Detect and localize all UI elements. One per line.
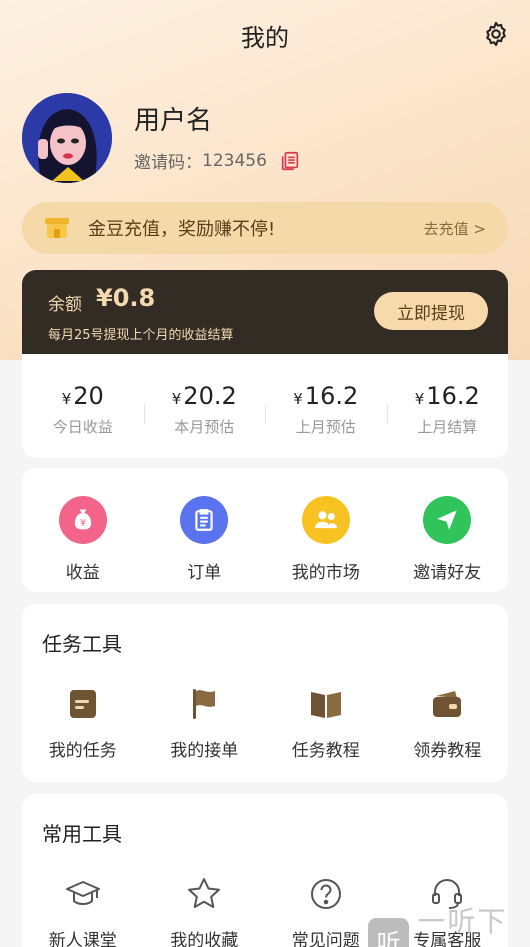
- wallet-icon: [433, 691, 462, 717]
- stat-this-month[interactable]: ¥20.2 本月预估: [143, 354, 266, 458]
- invite-label: 邀请码：: [134, 153, 202, 173]
- quick-action-label: 收益: [65, 563, 100, 583]
- balance-label: 余额: [48, 295, 82, 315]
- currency-symbol: ¥: [171, 390, 182, 408]
- tool-newbie-class[interactable]: 新人课堂: [22, 874, 144, 947]
- stat-value: 20.2: [183, 382, 237, 410]
- quick-actions-card: ¥ 收益 订单 我的市场 邀请好友: [22, 468, 508, 592]
- invite-code-row: 邀请码： 123456: [134, 148, 301, 173]
- quick-action-label: 订单: [187, 563, 222, 583]
- page-title: 我的: [241, 24, 289, 52]
- star-icon: [188, 878, 221, 908]
- copy-icon[interactable]: [279, 150, 301, 172]
- task-icon: [69, 690, 96, 718]
- stat-last-month-estimate[interactable]: ¥16.2 上月预估: [265, 354, 387, 458]
- tool-label: 我的收藏: [170, 931, 239, 947]
- watermark-logo: 听: [368, 918, 410, 947]
- tool-my-favorites[interactable]: 我的收藏: [144, 874, 266, 947]
- watermark: 听 一听下载: [368, 900, 530, 947]
- quick-action-orders[interactable]: 订单: [144, 496, 266, 583]
- quick-action-invite-friends[interactable]: 邀请好友: [387, 496, 509, 583]
- svg-text:¥: ¥: [80, 518, 86, 529]
- quick-action-label: 邀请好友: [413, 563, 482, 583]
- quick-action-earnings[interactable]: ¥ 收益: [22, 496, 144, 583]
- withdraw-button[interactable]: 立即提现: [374, 292, 488, 330]
- tool-label: 领券教程: [413, 741, 482, 761]
- question-icon: [310, 879, 341, 909]
- clipboard-icon: [180, 496, 229, 544]
- currency-symbol: ¥: [293, 390, 303, 408]
- balance-note: 每月25号提现上个月的收益结算: [48, 328, 234, 343]
- flag-icon: [193, 689, 216, 719]
- stat-label: 上月结算: [417, 418, 478, 436]
- graduation-cap-icon: [65, 881, 100, 905]
- stat-value: 20: [73, 382, 104, 410]
- gear-icon[interactable]: [482, 20, 510, 48]
- balance-card: 余额 ¥0.8 每月25号提现上个月的收益结算 立即提现: [22, 270, 508, 354]
- tool-coupon-tutorial[interactable]: 领券教程: [387, 684, 509, 761]
- avatar[interactable]: [22, 93, 112, 183]
- store-icon: [45, 218, 69, 238]
- stat-today[interactable]: ¥20 今日收益: [22, 354, 144, 458]
- task-tools-card: 任务工具 我的任务 我的接单 任务教程 领券教程: [22, 604, 508, 782]
- balance-value: ¥0.8: [96, 284, 156, 312]
- recharge-banner[interactable]: 金豆充值，奖励赚不停! 去充值 >: [22, 202, 508, 254]
- section-title: 常用工具: [42, 822, 122, 846]
- username: 用户名: [134, 106, 213, 136]
- avatar-illustration: [22, 93, 112, 183]
- tool-task-tutorial[interactable]: 任务教程: [265, 684, 387, 761]
- watermark-text: 一听下载: [417, 905, 508, 947]
- currency-symbol: ¥: [414, 390, 425, 408]
- tool-label: 任务教程: [291, 741, 360, 761]
- stat-label: 上月预估: [295, 418, 356, 436]
- currency-symbol: ¥: [61, 390, 72, 408]
- send-icon: [423, 496, 472, 544]
- stat-value: 16.2: [426, 382, 480, 410]
- stat-last-month-settled[interactable]: ¥16.2 上月结算: [386, 354, 509, 458]
- quick-action-label: 我的市场: [291, 563, 360, 583]
- tool-my-tasks[interactable]: 我的任务: [22, 684, 144, 761]
- section-title: 任务工具: [42, 632, 122, 656]
- stat-value: 16.2: [304, 382, 359, 410]
- users-icon: [301, 496, 350, 544]
- recharge-link[interactable]: 去充值 >: [424, 218, 486, 239]
- tool-label: 我的任务: [48, 741, 117, 761]
- earnings-stats: ¥20 今日收益 ¥20.2 本月预估 ¥16.2 上月预估 ¥16.2 上月结…: [22, 354, 508, 458]
- book-icon: [310, 692, 341, 718]
- quick-action-my-market[interactable]: 我的市场: [265, 496, 387, 583]
- tool-my-orders[interactable]: 我的接单: [144, 684, 266, 761]
- tool-label: 新人课堂: [48, 931, 117, 947]
- stat-label: 本月预估: [174, 418, 235, 436]
- invite-code: 123456: [202, 150, 267, 171]
- money-bag-icon: ¥: [58, 496, 107, 544]
- banner-text: 金豆充值，奖励赚不停!: [88, 219, 276, 240]
- tool-label: 常见问题: [291, 931, 360, 947]
- tool-label: 我的接单: [170, 741, 239, 761]
- stat-label: 今日收益: [52, 418, 113, 436]
